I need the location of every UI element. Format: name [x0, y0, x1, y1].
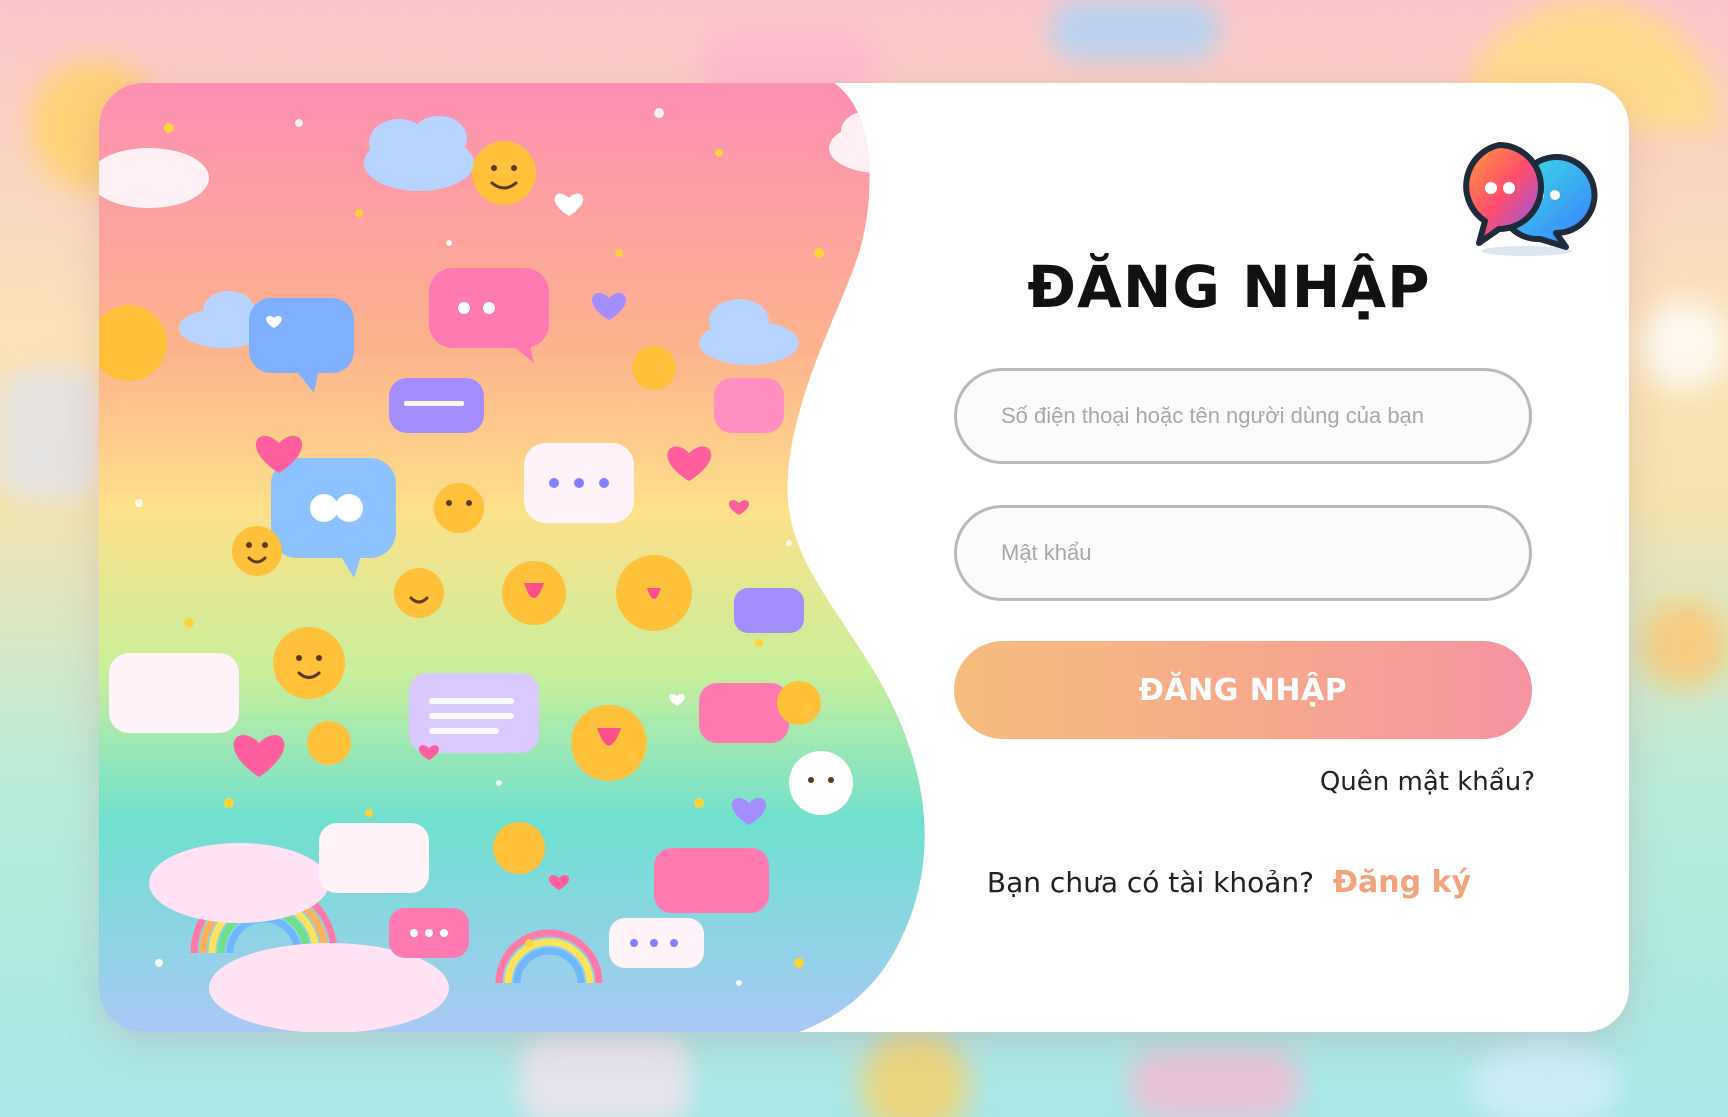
- signup-link[interactable]: Đăng ký: [1333, 865, 1471, 900]
- username-input[interactable]: [954, 368, 1532, 464]
- hero-illustration: [99, 83, 929, 1032]
- page-title: ĐĂNG NHẬP: [1027, 253, 1431, 321]
- signup-prompt: Bạn chưa có tài khoản? Đăng ký: [879, 865, 1579, 900]
- password-input[interactable]: [954, 505, 1532, 601]
- login-card: ĐĂNG NHẬP ĐĂNG NHẬP Quên mật khẩu? Bạn c…: [99, 83, 1629, 1032]
- login-button[interactable]: ĐĂNG NHẬP: [954, 641, 1532, 739]
- chat-bubbles-logo-icon: [1451, 133, 1601, 263]
- forgot-password-link[interactable]: Quên mật khẩu?: [1320, 767, 1535, 797]
- no-account-text: Bạn chưa có tài khoản?: [986, 866, 1314, 899]
